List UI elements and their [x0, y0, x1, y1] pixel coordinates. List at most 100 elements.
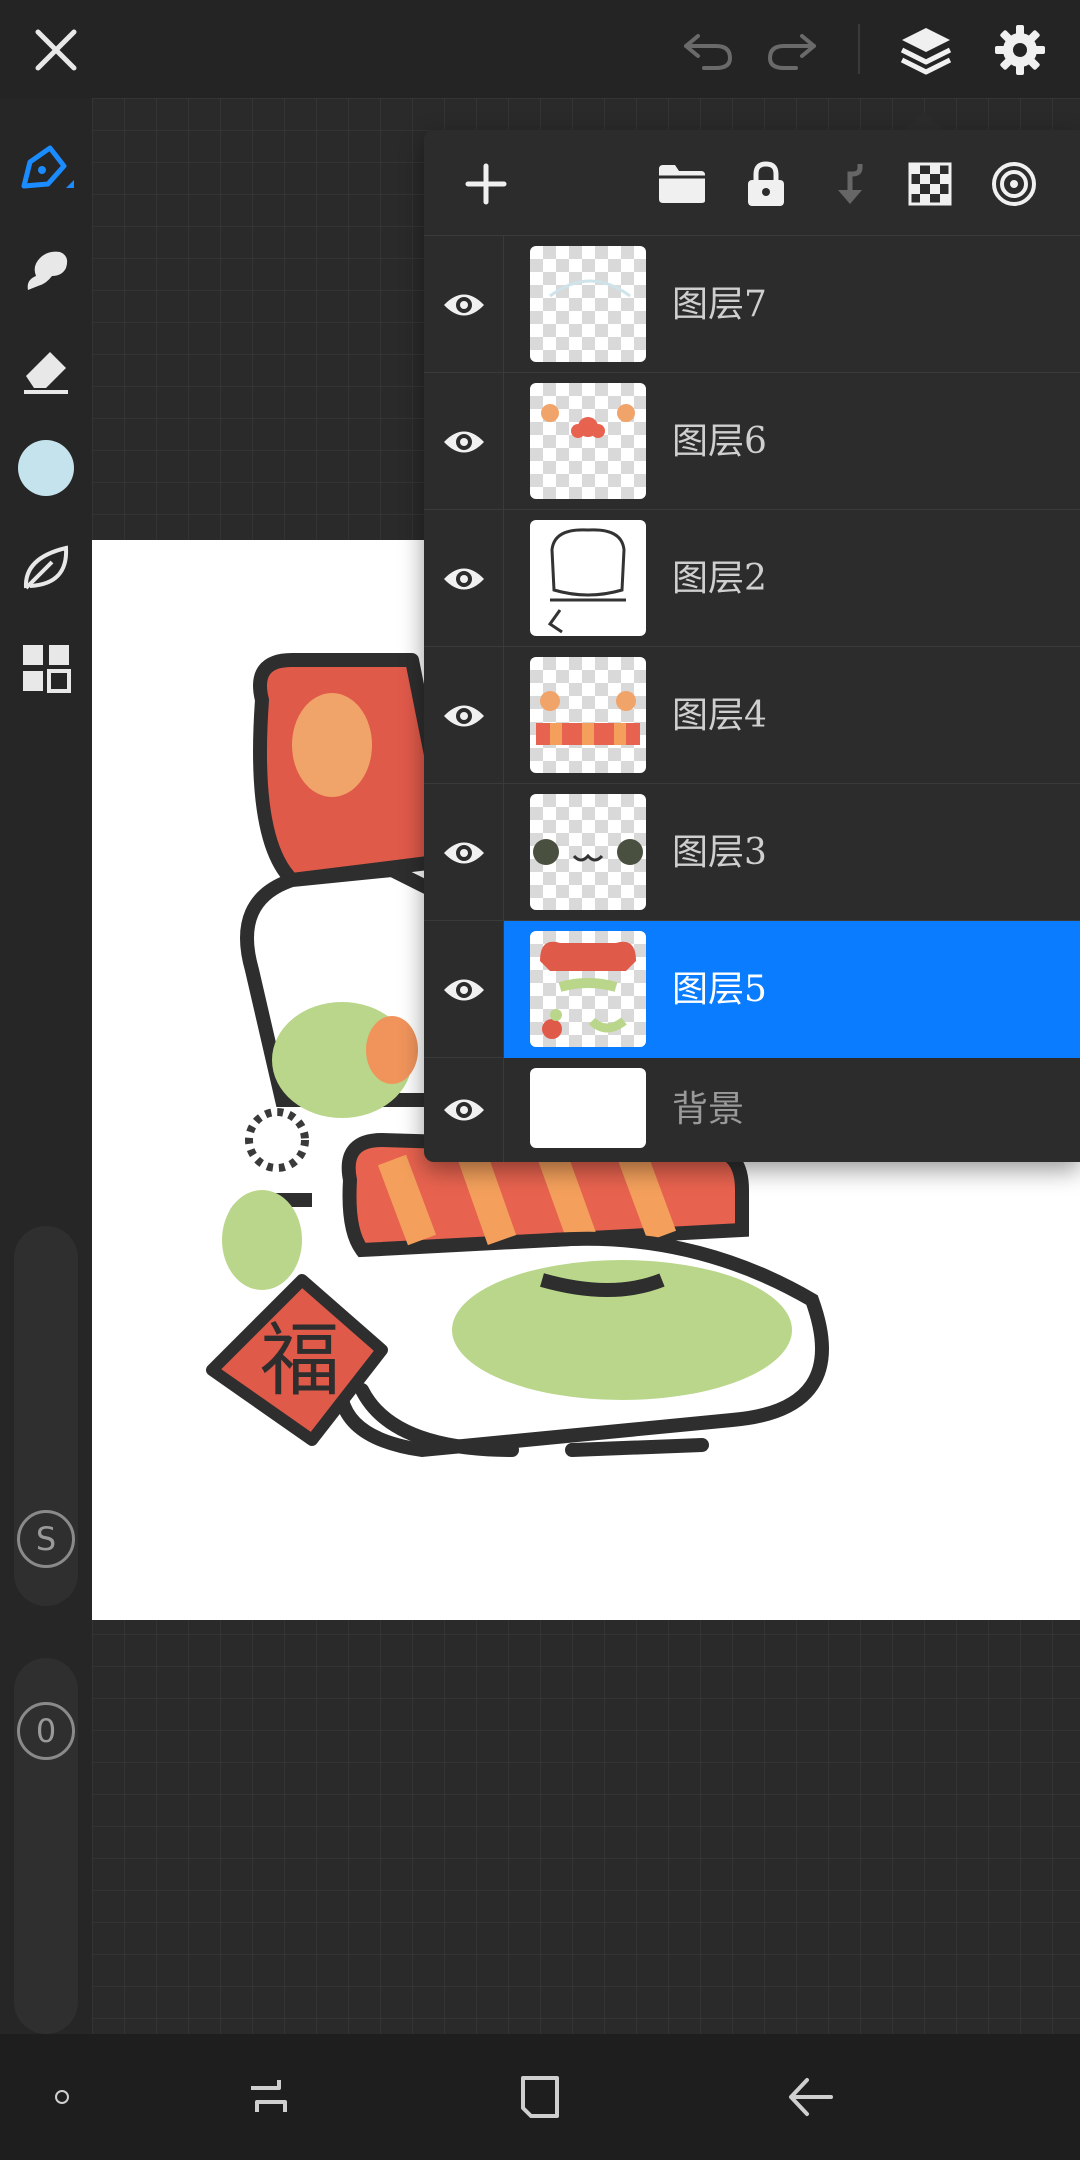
layers-button[interactable]: [892, 18, 960, 82]
redo-button[interactable]: [760, 18, 824, 82]
left-toolbar: S 0: [0, 98, 92, 2034]
settings-button[interactable]: [986, 18, 1054, 82]
back-button[interactable]: [770, 2062, 850, 2132]
bell-shape: [245, 1108, 309, 1172]
undo-icon: [684, 34, 732, 70]
back-arrow-icon: [789, 2078, 833, 2116]
layer-name: 图层7: [672, 284, 767, 325]
top-toolbar: [0, 0, 1080, 98]
layer-body[interactable]: 图层5: [504, 921, 1080, 1058]
layer-row-selected[interactable]: 图层5: [424, 921, 1080, 1058]
home-icon: [521, 2076, 559, 2118]
gallery-tool[interactable]: [10, 632, 82, 704]
layer-name: 背景: [672, 1089, 745, 1130]
visibility-toggle[interactable]: [424, 921, 504, 1058]
layer-thumbnail: [530, 657, 646, 773]
visibility-toggle[interactable]: [424, 373, 504, 510]
charm-text: 福: [260, 1314, 340, 1407]
size-slider-knob[interactable]: S: [17, 1510, 75, 1568]
layer-row[interactable]: 图层4: [424, 647, 1080, 784]
redo-icon: [768, 34, 816, 70]
layer-name: 图层5: [672, 969, 767, 1010]
layer-body[interactable]: 图层3: [504, 784, 1080, 921]
visibility-toggle[interactable]: [424, 510, 504, 647]
alpha-lock-button[interactable]: [898, 152, 962, 216]
leaf-icon: [23, 545, 69, 590]
layer-effects-button[interactable]: [982, 152, 1046, 216]
layer-name: 图层6: [672, 421, 767, 462]
system-nav-bar: [0, 2034, 1080, 2160]
nav-dot-button[interactable]: [22, 2062, 102, 2132]
layer-thumbnail: [530, 520, 646, 636]
visibility-toggle[interactable]: [424, 647, 504, 784]
layer-row[interactable]: 图层6: [424, 373, 1080, 510]
eye-icon: [443, 705, 484, 726]
dot-icon: [55, 2090, 69, 2104]
hat-highlight: [292, 693, 372, 797]
layer-body[interactable]: 图层6: [504, 373, 1080, 510]
eraser-icon: [24, 352, 68, 394]
gear-icon: [995, 25, 1045, 75]
close-icon: [35, 29, 77, 71]
layer-thumbnail: [530, 794, 646, 910]
lock-layer-button[interactable]: [734, 152, 798, 216]
opacity-slider[interactable]: 0: [14, 1658, 78, 2034]
layer-body[interactable]: 背景: [504, 1058, 1080, 1162]
add-layer-button[interactable]: [454, 152, 518, 216]
layer-thumbnail: [530, 1068, 646, 1148]
plus-icon: [465, 163, 507, 205]
close-button[interactable]: [20, 18, 92, 82]
arm-green: [222, 1190, 302, 1290]
visibility-toggle[interactable]: [424, 1058, 504, 1162]
visibility-toggle[interactable]: [424, 236, 504, 373]
liquify-tool[interactable]: [10, 532, 82, 604]
recent-apps-icon: [251, 2080, 287, 2112]
smudge-icon: [27, 251, 68, 290]
eye-icon: [443, 431, 484, 452]
layers-panel: 图层7 图层6 图层2 图层4 图层3 图层5 背景: [424, 130, 1080, 1162]
layer-thumbnail: [530, 931, 646, 1047]
visibility-toggle[interactable]: [424, 784, 504, 921]
recent-apps-button[interactable]: [228, 2062, 308, 2132]
eraser-tool[interactable]: [10, 334, 82, 406]
eye-icon: [443, 979, 484, 1000]
app-root: 福 S 0 图层7 图层6 图层2 图层4 图层3 图层5 背景: [0, 0, 1080, 2160]
toolbar-divider: [858, 24, 860, 74]
opacity-slider-knob[interactable]: 0: [17, 1702, 75, 1760]
layer-row[interactable]: 图层3: [424, 784, 1080, 921]
undo-button[interactable]: [676, 18, 740, 82]
brush-tool[interactable]: [10, 134, 82, 206]
merge-down-icon: [838, 164, 863, 204]
layer-name: 图层3: [672, 832, 767, 873]
layer-name: 图层4: [672, 695, 767, 736]
eye-icon: [443, 842, 484, 863]
color-circle-icon: [18, 440, 74, 496]
new-group-button[interactable]: [650, 152, 714, 216]
grid-icon: [23, 645, 71, 693]
cheek-orange: [366, 1016, 418, 1084]
target-icon: [992, 162, 1036, 206]
background-layer-row[interactable]: 背景: [424, 1058, 1080, 1162]
layers-icon: [900, 28, 952, 75]
brush-size-slider[interactable]: S: [14, 1226, 78, 1606]
layer-body[interactable]: 图层4: [504, 647, 1080, 784]
eye-icon: [443, 1099, 484, 1121]
eye-icon: [443, 294, 484, 315]
home-button[interactable]: [500, 2062, 580, 2132]
layer-row[interactable]: 图层2: [424, 510, 1080, 647]
folder-icon: [659, 165, 705, 203]
eye-icon: [443, 568, 484, 589]
lock-icon: [748, 161, 784, 206]
layers-panel-toolbar: [424, 130, 1080, 236]
smudge-tool[interactable]: [10, 234, 82, 306]
checkerboard-icon: [908, 162, 952, 206]
layer-body[interactable]: 图层2: [504, 510, 1080, 647]
layer-body[interactable]: 图层7: [504, 236, 1080, 373]
layer-name: 图层2: [672, 558, 767, 599]
color-swatch[interactable]: [10, 432, 82, 504]
body-green: [452, 1260, 792, 1400]
merge-down-button[interactable]: [818, 152, 882, 216]
layer-row[interactable]: 图层7: [424, 236, 1080, 373]
pen-icon: [21, 145, 74, 189]
layers-panel-caret: [902, 112, 946, 132]
